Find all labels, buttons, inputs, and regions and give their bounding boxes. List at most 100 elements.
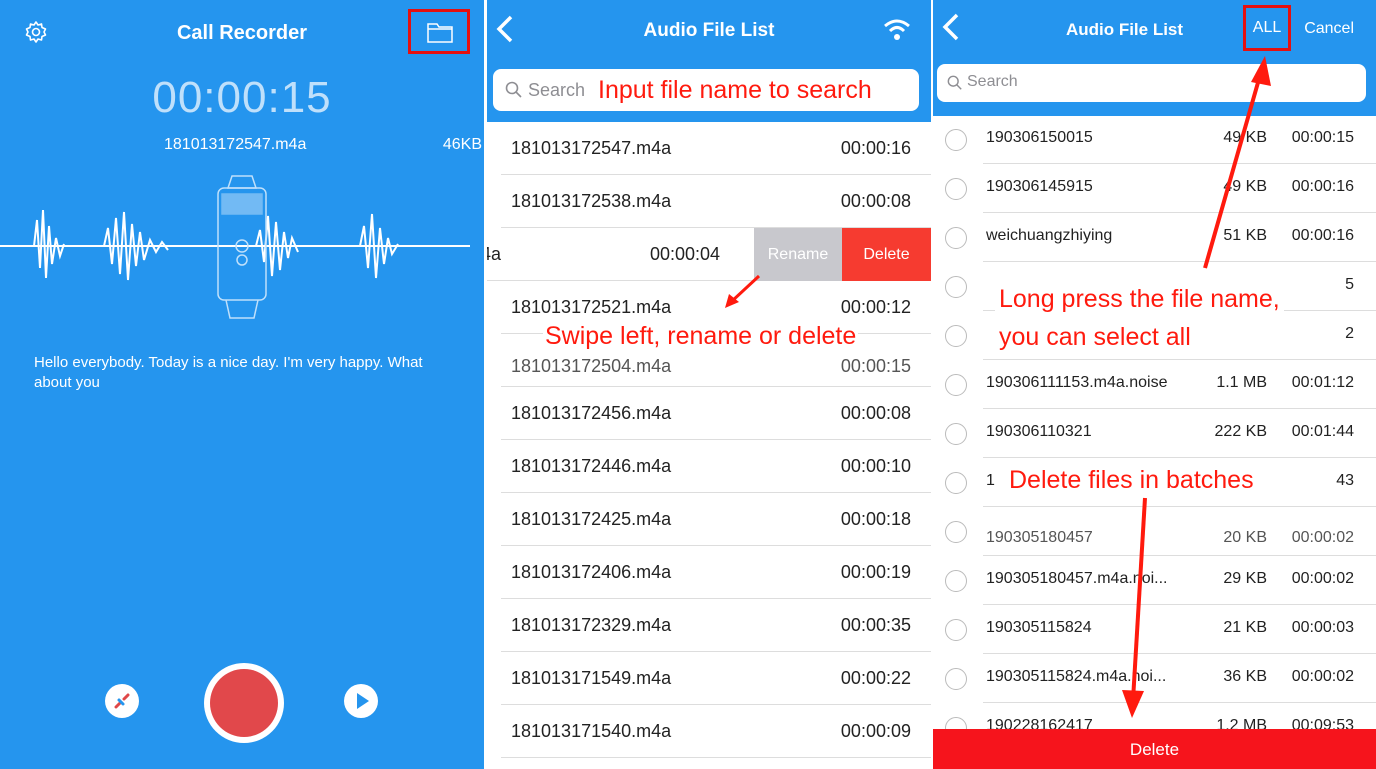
select-radio[interactable]: [945, 570, 967, 592]
cancel-button[interactable]: Cancel: [1304, 20, 1354, 38]
select-radio[interactable]: [945, 619, 967, 641]
file-name: 181013172521.m4a: [511, 297, 672, 317]
list-item[interactable]: 181013172329.m4a 00:00:35: [501, 599, 931, 652]
file-name: 181013172547.m4a: [511, 138, 672, 158]
wifi-icon[interactable]: [883, 18, 911, 47]
file-size: 51 KB: [1223, 227, 1267, 244]
list-item[interactable]: 181013172547.m4a 00:00:16: [501, 122, 931, 175]
search-input[interactable]: Search: [937, 64, 1366, 102]
list-item[interactable]: 190305180457.m4a.noi... 29 KB 00:00:02: [933, 556, 1376, 605]
transcript-text: Hello everybody. Today is a nice day. I'…: [34, 354, 423, 391]
batch-delete-button[interactable]: Delete: [933, 729, 1376, 769]
list-item[interactable]: 181013172538.m4a 00:00:08: [501, 175, 931, 228]
select-radio[interactable]: [945, 521, 967, 543]
file-name: 4a: [487, 244, 502, 264]
list-item[interactable]: 181013172425.m4a 00:00:18: [501, 493, 931, 546]
file-duration: 00:00:16: [1291, 178, 1354, 195]
file-duration: 00:00:18: [840, 509, 911, 529]
list-item[interactable]: 190305115824 21 KB 00:00:03: [933, 605, 1376, 654]
file-duration: 00:00:03: [1291, 619, 1354, 636]
select-radio[interactable]: [945, 227, 967, 249]
file-duration: 00:00:08: [840, 403, 911, 423]
search-placeholder: Search: [528, 80, 586, 100]
call-recorder-screen: Call Recorder 00:00:15 181013172547.m4a …: [0, 0, 484, 769]
select-radio[interactable]: [945, 374, 967, 396]
file-name: 181013172425.m4a: [511, 509, 672, 529]
nav-bar: Audio File List ALL Cancel: [933, 0, 1376, 62]
select-radio[interactable]: [945, 472, 967, 494]
list-item[interactable]: 190306111153.m4a.noise 1.1 MB 00:01:12: [933, 360, 1376, 409]
batch-select-screen: Audio File List ALL Cancel Search 190306…: [933, 0, 1376, 769]
select-radio[interactable]: [945, 178, 967, 200]
list-item[interactable]: 190306145915 49 KB 00:00:16: [933, 164, 1376, 213]
list-item[interactable]: 181013172446.m4a 00:00:10: [501, 440, 931, 493]
file-duration: 00:00:10: [840, 456, 911, 476]
swipe-annotation: Swipe left, rename or delete: [543, 322, 859, 351]
file-name: 181013172446.m4a: [511, 456, 672, 476]
select-all-button[interactable]: ALL: [1243, 5, 1291, 51]
select-radio[interactable]: [945, 423, 967, 445]
file-name: 181013171549.m4a: [511, 668, 672, 688]
search-icon: [505, 81, 523, 104]
file-size: 49 KB: [1223, 178, 1267, 195]
file-duration: 00:00:09: [840, 721, 911, 741]
file-duration: 00:00:16: [1291, 227, 1354, 244]
file-name: 190306110321: [986, 423, 1092, 440]
list-item[interactable]: 181013171540.m4a 00:00:09: [501, 705, 931, 758]
file-duration: 43: [1336, 472, 1354, 489]
swipe-arrow: [725, 274, 761, 308]
file-duration: 2: [1345, 325, 1354, 342]
recording-filesize: 46KB: [442, 136, 482, 153]
waveform: [0, 175, 470, 319]
file-name: 190305180457: [986, 529, 1093, 546]
file-duration: 00:00:22: [840, 668, 911, 688]
file-size: 20 KB: [1223, 529, 1267, 546]
select-radio[interactable]: [945, 325, 967, 347]
file-name: 181013172456.m4a: [511, 403, 672, 423]
delete-button[interactable]: Delete: [842, 228, 931, 281]
select-radio[interactable]: [945, 129, 967, 151]
select-radio[interactable]: [945, 276, 967, 298]
file-duration: 00:00:35: [840, 615, 911, 635]
file-name: 190306145915: [986, 178, 1093, 195]
search-input[interactable]: Search Input file name to search: [493, 69, 919, 111]
file-size: 49 KB: [1223, 129, 1267, 146]
file-name: 190305180457.m4a.noi...: [986, 570, 1168, 587]
list-item[interactable]: 181013172456.m4a 00:00:08: [501, 387, 931, 440]
search-bar-container: Search Input file name to search: [487, 64, 931, 122]
link-icon[interactable]: [105, 684, 139, 718]
nav-title: Audio File List: [643, 20, 775, 41]
file-duration: 00:00:15: [840, 356, 911, 376]
list-item[interactable]: 190306150015 49 KB 00:00:15: [933, 115, 1376, 164]
list-item[interactable]: 181013171549.m4a 00:00:22: [501, 652, 931, 705]
file-name: 181013172406.m4a: [511, 562, 672, 582]
list-item[interactable]: 190306110321 222 KB 00:01:44: [933, 409, 1376, 458]
audio-file-list-screen: Audio File List Search Input file name t…: [487, 0, 931, 769]
batch-annotation: Delete files in batches: [1005, 466, 1258, 495]
file-name: 190305115824: [986, 619, 1092, 636]
file-duration: 00:00:12: [840, 297, 911, 317]
file-name: 190306150015: [986, 129, 1093, 146]
folder-icon[interactable]: [427, 21, 453, 48]
list-item[interactable]: 181013172406.m4a 00:00:19: [501, 546, 931, 599]
file-duration: 00:00:02: [1291, 529, 1354, 546]
file-duration: 5: [1345, 276, 1354, 293]
file-name: 190305115824.m4a.noi...: [986, 668, 1167, 685]
file-name: 181013172329.m4a: [511, 615, 672, 635]
longpress-annotation: Long press the file name,: [995, 285, 1284, 314]
search-placeholder: Search: [967, 73, 1018, 90]
record-icon: [210, 669, 278, 737]
nav-bar: Audio File List: [487, 0, 931, 64]
file-duration: 00:00:16: [840, 138, 911, 158]
file-size: 36 KB: [1223, 668, 1267, 685]
file-name: 190306111153.m4a.noise: [986, 374, 1168, 391]
list-item[interactable]: 190305115824.m4a.noi... 36 KB 00:00:02: [933, 654, 1376, 703]
list-item[interactable]: weichuangzhiying 51 KB 00:00:16: [933, 213, 1376, 262]
file-name: 181013172504.m4a: [511, 356, 672, 376]
list-item[interactable]: 190305180457 20 KB 00:00:02: [933, 507, 1376, 556]
play-icon[interactable]: [344, 684, 378, 718]
file-duration: 00:00:08: [840, 191, 911, 211]
swiped-list-item[interactable]: 4a 00:00:04 Rename Delete: [487, 228, 931, 281]
record-button[interactable]: [204, 663, 284, 743]
select-radio[interactable]: [945, 668, 967, 690]
